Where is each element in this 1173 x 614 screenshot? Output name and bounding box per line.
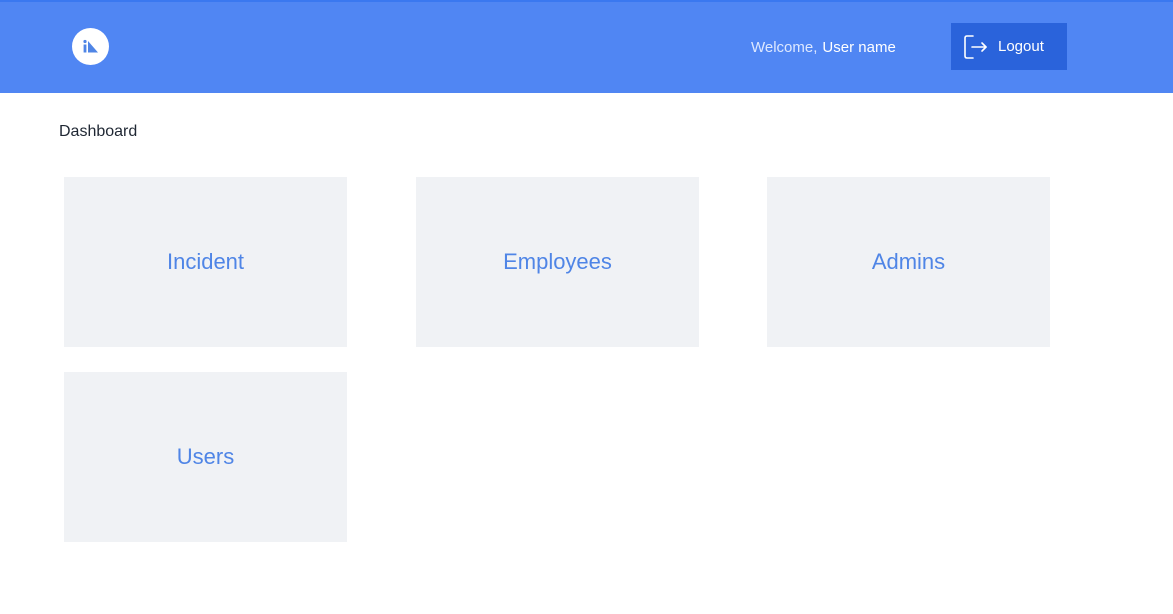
users-card[interactable]: Users [64,372,347,542]
logout-label: Logout [998,38,1044,55]
user-name: User name [822,39,896,56]
card-label: Incident [166,249,245,274]
logout-button[interactable]: Logout [951,23,1067,70]
card-label: Users [176,444,235,469]
card-label: Admins [871,249,946,274]
admins-card[interactable]: Admins [767,177,1050,347]
brand-logo-icon[interactable] [72,28,109,65]
welcome-text: Welcome, User name [751,39,896,56]
brand-logo-glyph [82,39,98,52]
welcome-label: Welcome, [751,39,818,56]
logout-icon [964,34,987,59]
page-title: Dashboard [59,123,138,140]
top-header: Welcome, User name Logout [0,0,1173,93]
employees-card[interactable]: Employees [416,177,699,347]
card-label: Employees [503,249,612,274]
incident-card[interactable]: Incident [64,177,347,347]
